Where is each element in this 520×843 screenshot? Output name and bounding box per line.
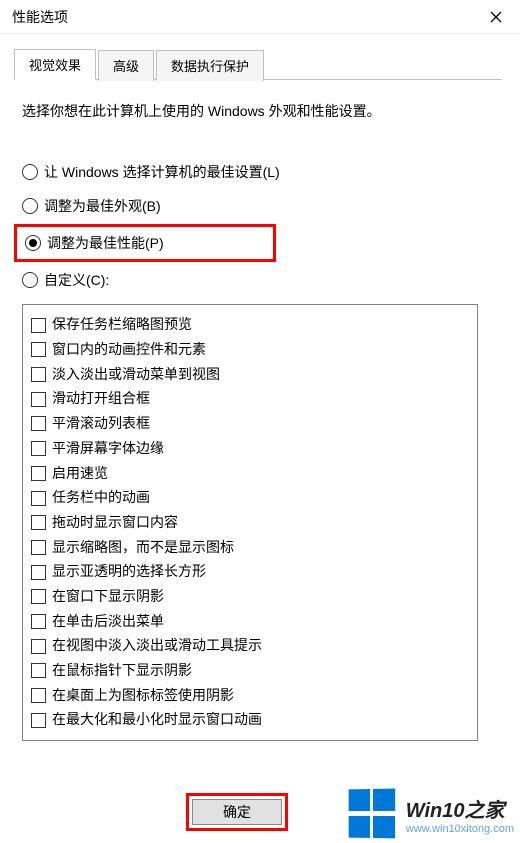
- checkbox-icon: [31, 318, 46, 333]
- titlebar: 性能选项: [0, 0, 520, 34]
- check-label: 在窗口下显示阴影: [52, 586, 164, 608]
- check-label: 保存任务栏缩略图预览: [52, 314, 192, 336]
- tab-dep[interactable]: 数据执行保护: [156, 50, 264, 81]
- checkbox-icon: [31, 589, 46, 604]
- checkbox-icon: [31, 540, 46, 555]
- check-row[interactable]: 平滑滚动列表框: [31, 413, 469, 435]
- tab-content: 选择你想在此计算机上使用的 Windows 外观和性能设置。 让 Windows…: [0, 80, 520, 751]
- check-label: 在单击后淡出菜单: [52, 611, 164, 633]
- close-button[interactable]: [484, 5, 508, 29]
- check-label: 显示亚透明的选择长方形: [52, 561, 206, 583]
- check-row[interactable]: 在桌面上为图标标签使用阴影: [31, 685, 469, 707]
- radio-label: 自定义(C):: [44, 270, 109, 290]
- radio-icon: [22, 272, 38, 288]
- check-row[interactable]: 显示缩略图，而不是显示图标: [31, 537, 469, 559]
- check-row[interactable]: 在窗口下显示阴影: [31, 586, 469, 608]
- checkbox-icon: [31, 367, 46, 382]
- checkbox-icon: [31, 688, 46, 703]
- radio-let-windows-choose[interactable]: 让 Windows 选择计算机的最佳设置(L): [22, 162, 498, 182]
- tab-visual-effects[interactable]: 视觉效果: [14, 49, 96, 80]
- check-label: 在鼠标指针下显示阴影: [52, 660, 192, 682]
- check-label: 窗口内的动画控件和元素: [52, 339, 206, 361]
- highlight-box-ok: 确定: [186, 793, 288, 831]
- check-row[interactable]: 淡入淡出或滑动菜单到视图: [31, 364, 469, 386]
- check-label: 在桌面上为图标标签使用阴影: [52, 685, 234, 707]
- radio-icon: [22, 164, 38, 180]
- radio-icon: [22, 198, 38, 214]
- description-text: 选择你想在此计算机上使用的 Windows 外观和性能设置。: [22, 100, 498, 122]
- ok-button[interactable]: 确定: [192, 799, 282, 825]
- radio-label: 让 Windows 选择计算机的最佳设置(L): [44, 162, 280, 182]
- checkbox-icon: [31, 515, 46, 530]
- check-row[interactable]: 任务栏中的动画: [31, 487, 469, 509]
- checkbox-icon: [31, 416, 46, 431]
- check-label: 在最大化和最小化时显示窗口动画: [52, 709, 262, 731]
- checkbox-icon: [31, 491, 46, 506]
- checkbox-icon: [31, 565, 46, 580]
- check-row[interactable]: 窗口内的动画控件和元素: [31, 339, 469, 361]
- window-title: 性能选项: [12, 7, 68, 27]
- checkbox-icon: [31, 466, 46, 481]
- check-row[interactable]: 显示亚透明的选择长方形: [31, 561, 469, 583]
- check-row[interactable]: 在视图中淡入淡出或滑动工具提示: [31, 635, 469, 657]
- check-row[interactable]: 启用速览: [31, 463, 469, 485]
- check-label: 显示缩略图，而不是显示图标: [52, 537, 234, 559]
- check-label: 启用速览: [52, 463, 108, 485]
- check-label: 滑动打开组合框: [52, 388, 150, 410]
- check-row[interactable]: 在单击后淡出菜单: [31, 611, 469, 633]
- check-row[interactable]: 平滑屏幕字体边缘: [31, 438, 469, 460]
- checkbox-icon: [31, 663, 46, 678]
- checkbox-icon: [31, 441, 46, 456]
- radio-group: 让 Windows 选择计算机的最佳设置(L) 调整为最佳外观(B) 调整为最佳…: [22, 162, 498, 290]
- radio-best-appearance[interactable]: 调整为最佳外观(B): [22, 196, 498, 216]
- radio-icon: [25, 235, 41, 251]
- windows-logo-icon: [348, 789, 398, 840]
- check-row[interactable]: 保存任务栏缩略图预览: [31, 314, 469, 336]
- checkbox-icon: [31, 342, 46, 357]
- tab-strip: 视觉效果 高级 数据执行保护: [14, 48, 502, 80]
- check-row[interactable]: 在鼠标指针下显示阴影: [31, 660, 469, 682]
- checkbox-icon: [31, 614, 46, 629]
- close-icon: [490, 11, 502, 23]
- check-label: 平滑滚动列表框: [52, 413, 150, 435]
- watermark-url: www.win10xitong.com: [406, 823, 514, 835]
- check-label: 在视图中淡入淡出或滑动工具提示: [52, 635, 262, 657]
- watermark-brand: Win10之家: [406, 794, 514, 823]
- radio-custom[interactable]: 自定义(C):: [22, 270, 498, 290]
- effects-checklist: 保存任务栏缩略图预览窗口内的动画控件和元素淡入淡出或滑动菜单到视图滑动打开组合框…: [22, 304, 478, 741]
- check-label: 拖动时显示窗口内容: [52, 512, 178, 534]
- highlight-box-best-performance: 调整为最佳性能(P): [14, 224, 276, 262]
- check-row[interactable]: 在最大化和最小化时显示窗口动画: [31, 709, 469, 731]
- checkbox-icon: [31, 713, 46, 728]
- checkbox-icon: [31, 639, 46, 654]
- check-row[interactable]: 滑动打开组合框: [31, 388, 469, 410]
- dialog-buttons: 确定: [186, 793, 288, 831]
- check-label: 平滑屏幕字体边缘: [52, 438, 164, 460]
- check-label: 淡入淡出或滑动菜单到视图: [52, 364, 220, 386]
- check-label: 任务栏中的动画: [52, 487, 150, 509]
- tab-advanced[interactable]: 高级: [98, 50, 154, 81]
- radio-best-performance[interactable]: 调整为最佳性能(P): [25, 233, 265, 253]
- watermark: Win10之家 www.win10xitong.com: [348, 789, 514, 839]
- checkbox-icon: [31, 392, 46, 407]
- check-row[interactable]: 拖动时显示窗口内容: [31, 512, 469, 534]
- radio-label: 调整为最佳性能(P): [47, 233, 164, 253]
- radio-label: 调整为最佳外观(B): [44, 196, 161, 216]
